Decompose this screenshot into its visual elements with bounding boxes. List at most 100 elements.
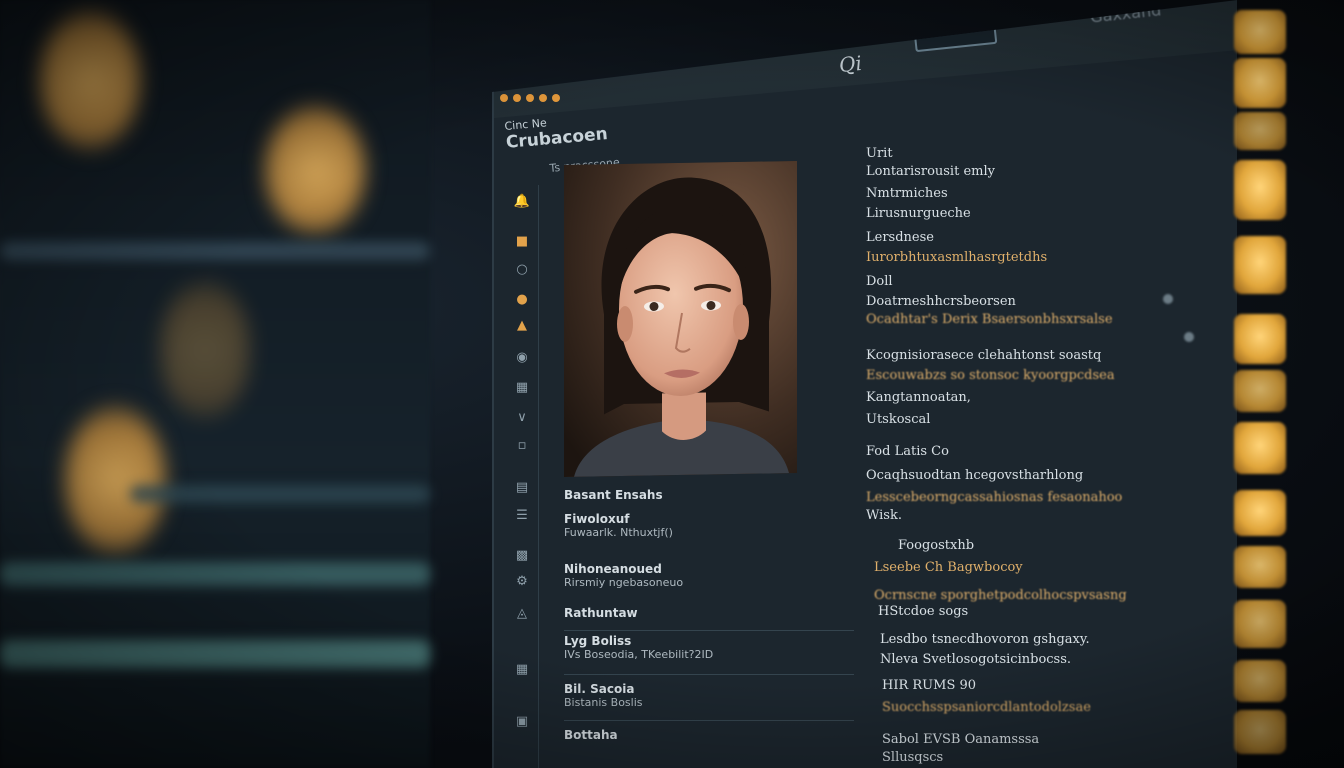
background-text-line	[0, 640, 430, 668]
lock-icon[interactable]: ▲	[512, 316, 532, 334]
light-block	[1234, 58, 1286, 108]
app-logo: Qi	[837, 50, 863, 78]
detail-line: Lesscebeorngcassahiosnas fesaonahoo	[866, 490, 1123, 505]
field-key: Lyg Boliss	[564, 634, 632, 648]
light-block	[1234, 236, 1286, 294]
gallery-icon[interactable]: ▣	[512, 712, 532, 730]
profile-field[interactable]: Fiwoloxuf Fuwaarlk. Nthuxtjf()	[564, 512, 673, 539]
bokeh-light	[160, 280, 250, 420]
chart-icon[interactable]: ∨	[512, 408, 532, 426]
profile-field: Basant Ensahs	[564, 488, 663, 502]
field-key: Bottaha	[564, 728, 618, 742]
field-divider	[564, 674, 854, 675]
field-key: Nihoneanoued	[564, 562, 662, 576]
scene: Crowbar Ca Qi Gaxxand Cinc Ne Crubacoen …	[0, 0, 1344, 768]
chat-icon[interactable]: ◬	[512, 604, 532, 622]
detail-line: HStcdoe sogs	[878, 604, 969, 619]
window-control[interactable]	[552, 94, 560, 102]
detail-line: Nleva Svetlosogotsicinbocss.	[880, 652, 1072, 667]
detail-line: Lesdbo tsnecdhovoron gshgaxy.	[880, 632, 1090, 647]
profile-field[interactable]: Nihoneanoued Rirsmiy ngebasoneuo	[564, 562, 683, 589]
field-key: Bil. Sacoia	[564, 682, 635, 696]
background-text-line	[0, 562, 430, 586]
profile-field[interactable]: Lyg Boliss IVs Boseodia, TKeebilit?2ID	[564, 634, 713, 661]
detail-line: Kcognisiorasece clehahtonst soastq	[866, 348, 1102, 363]
detail-line: Doll	[866, 274, 893, 289]
bell-icon[interactable]: ●	[512, 290, 532, 308]
settings-icon[interactable]: ⚙	[512, 572, 532, 590]
image-icon[interactable]: ▩	[512, 546, 532, 564]
profile-field[interactable]: Rathuntaw	[564, 606, 638, 620]
light-block	[1234, 710, 1286, 754]
doc-icon[interactable]: ▤	[512, 478, 532, 496]
light-block	[1234, 160, 1286, 220]
detail-line: Sabol EVSB Oanamsssa	[882, 732, 1040, 747]
background-text-line	[0, 242, 430, 260]
field-value: IVs Boseodia, TKeebilit?2ID	[564, 648, 714, 661]
light-block	[1234, 112, 1286, 150]
detail-line: Lersdnese	[866, 230, 934, 245]
light-block	[1234, 660, 1286, 702]
detail-line: Doatrneshhcrsbeorsen	[866, 294, 1016, 309]
bullet-marker	[1184, 332, 1194, 342]
light-block	[1234, 370, 1286, 412]
field-value: Bistanis Boslis	[564, 696, 643, 709]
profile-field[interactable]: Bil. Sacoia Bistanis Boslis	[564, 682, 643, 709]
detail-line: Lontarisrousit emly	[866, 164, 995, 179]
bullet-marker	[1163, 294, 1173, 304]
window-close-button[interactable]	[500, 94, 508, 102]
calendar-icon[interactable]: ▦	[512, 660, 532, 678]
light-block	[1234, 10, 1286, 54]
light-block	[1234, 314, 1286, 364]
bokeh-light	[40, 10, 140, 150]
profile-field[interactable]: Bottaha	[564, 728, 618, 742]
window-controls	[500, 94, 560, 102]
field-key: Fiwoloxuf	[564, 512, 630, 526]
detail-line: Foogostxhb	[898, 538, 975, 553]
folder-icon[interactable]: ■	[512, 232, 532, 250]
window-maximize-button[interactable]	[526, 94, 534, 102]
detail-line: HIR RUMS 90	[882, 678, 977, 693]
light-block	[1234, 546, 1286, 588]
circle-icon[interactable]: ○	[512, 260, 532, 278]
field-key: Basant Ensahs	[564, 488, 663, 502]
app-window: Crowbar Ca Qi Gaxxand Cinc Ne Crubacoen …	[492, 0, 1237, 768]
field-value: Rirsmiy ngebasoneuo	[564, 576, 684, 589]
detail-line: Ocadhtar's Derix Bsaersonbhsxrsalse	[866, 312, 1113, 327]
app-heading: Cinc Ne Crubacoen	[504, 111, 608, 153]
bokeh-light	[265, 105, 365, 235]
portrait-illustration	[564, 160, 797, 478]
field-key: Rathuntaw	[564, 606, 638, 620]
list-icon[interactable]: ☰	[512, 506, 532, 524]
detail-line: Lseebe Ch Bagwbocoy	[874, 560, 1023, 575]
detail-line: Fod Latis Co	[866, 444, 949, 459]
mail-icon[interactable]: ▫	[512, 436, 532, 454]
field-divider	[564, 630, 854, 631]
light-block	[1234, 490, 1286, 536]
detail-line: Nmtrmiches	[866, 186, 948, 201]
detail-line: Urit	[866, 146, 893, 161]
window-control[interactable]	[539, 94, 547, 102]
detail-line: Lirusnurgueche	[866, 206, 971, 221]
detail-line: Iurorbhtuxasmlhasrgtetdhs	[866, 250, 1048, 265]
background-text-line	[130, 485, 430, 503]
detail-line: Ocrnscne sporghetpodcolhocspvsasng	[874, 588, 1127, 603]
detail-line: Ocaqhsuodtan hcegovstharhlong	[866, 468, 1084, 483]
detail-line: Sllusqscs	[882, 750, 944, 765]
detail-line: Kangtannoatan,	[866, 390, 971, 405]
detail-line: Utskoscal	[866, 412, 931, 427]
window-minimize-button[interactable]	[513, 94, 521, 102]
sidebar-divider	[538, 185, 539, 768]
field-divider	[564, 720, 854, 721]
light-block	[1234, 422, 1286, 474]
bell-icon[interactable]: 🔔	[512, 192, 532, 210]
detail-line: Escouwabzs so stonsoc kyoorgpcdsea	[866, 368, 1115, 383]
ambient-lights	[1228, 0, 1308, 768]
bokeh-light	[65, 405, 165, 555]
grid-icon[interactable]: ▦	[512, 378, 532, 396]
profile-photo	[564, 160, 797, 478]
detail-line: Wisk.	[866, 508, 902, 523]
user-icon[interactable]: ◉	[512, 348, 532, 366]
detail-line: Suocchsspsaniorcdlantodolzsae	[882, 700, 1091, 715]
light-block	[1234, 600, 1286, 648]
